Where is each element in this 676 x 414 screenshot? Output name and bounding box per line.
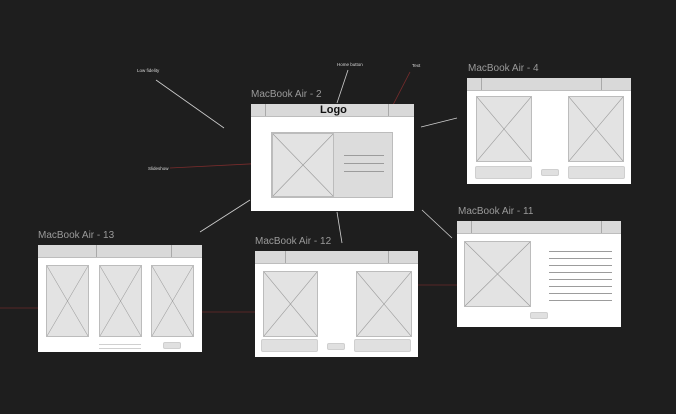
text-line — [344, 155, 384, 156]
nav-divider — [471, 221, 472, 233]
text-line — [99, 344, 141, 345]
annotation-home-button: Home button — [337, 62, 363, 67]
image-placeholder — [476, 96, 532, 162]
text-line — [549, 293, 612, 294]
caption-box — [568, 166, 625, 179]
image-placeholder — [151, 265, 194, 337]
frame-macbook-air-13[interactable] — [38, 245, 202, 352]
caption-box — [261, 339, 318, 352]
text-line — [344, 171, 384, 172]
image-placeholder — [356, 271, 412, 337]
nav-divider — [388, 104, 389, 116]
text-line — [549, 272, 612, 273]
connector-home-button — [336, 69, 349, 104]
navbar — [38, 245, 202, 258]
navbar — [457, 221, 621, 234]
nav-button[interactable] — [327, 343, 345, 350]
image-placeholder — [263, 271, 318, 337]
image-placeholder — [568, 96, 624, 162]
nav-divider — [388, 251, 389, 263]
text-line — [549, 279, 612, 280]
annotation-text: Text — [412, 63, 421, 68]
nav-divider — [285, 251, 286, 263]
nav-divider — [601, 78, 602, 90]
frame-title-main: MacBook Air - 2 — [251, 89, 322, 100]
image-placeholder — [46, 265, 89, 337]
text-line — [99, 348, 141, 349]
nav-divider — [96, 245, 97, 257]
nav-button[interactable] — [530, 312, 548, 319]
text-line — [549, 300, 612, 301]
frame-title-13: MacBook Air - 13 — [38, 230, 115, 241]
connector-low-fidelity — [155, 79, 225, 129]
text-line — [549, 258, 612, 259]
annotation-low-fidelity: Low fidelity — [137, 68, 160, 73]
nav-divider — [265, 104, 266, 116]
text-line — [344, 163, 384, 164]
nav-button[interactable] — [163, 342, 181, 349]
nav-button[interactable] — [541, 169, 559, 176]
nav-divider — [481, 78, 482, 90]
connector-main-to-11 — [421, 209, 453, 239]
nav-divider — [601, 221, 602, 233]
frame-macbook-air-11[interactable] — [457, 221, 621, 327]
frame-macbook-air-12[interactable] — [255, 251, 418, 357]
connector-main-to-4 — [420, 117, 458, 128]
annotation-slideshow: Slideshow — [148, 166, 169, 171]
nav-divider — [171, 245, 172, 257]
frame-macbook-air-2[interactable]: Logo — [251, 104, 414, 211]
image-placeholder — [272, 133, 334, 197]
frame-title-11: MacBook Air - 11 — [458, 206, 534, 217]
image-placeholder — [464, 241, 531, 307]
design-canvas[interactable]: Low fidelity Home button Text Slideshow … — [0, 0, 676, 414]
logo[interactable]: Logo — [320, 104, 347, 116]
text-line — [549, 286, 612, 287]
connector-main-to-12 — [336, 211, 343, 244]
slideshow-container[interactable] — [271, 132, 393, 198]
caption-box — [475, 166, 532, 179]
frame-title-4: MacBook Air - 4 — [468, 63, 539, 74]
connector-main-to-13 — [199, 199, 251, 233]
text-line — [549, 265, 612, 266]
navbar — [467, 78, 631, 91]
caption-box — [354, 339, 411, 352]
frame-title-12: MacBook Air - 12 — [255, 236, 332, 247]
text-line — [549, 251, 612, 252]
navbar — [255, 251, 418, 264]
frame-macbook-air-4[interactable] — [467, 78, 631, 184]
image-placeholder — [99, 265, 142, 337]
